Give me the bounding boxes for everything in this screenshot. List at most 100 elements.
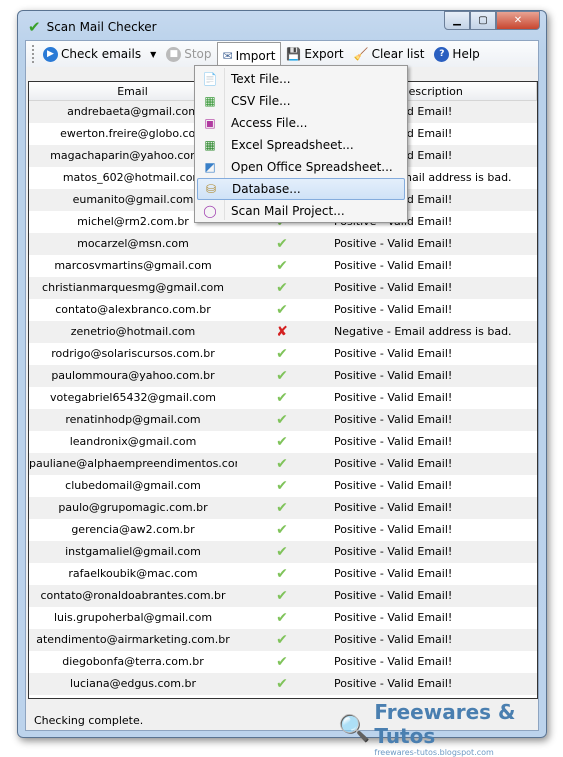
menu-item-label: CSV File... [231,94,291,108]
import-menu-item[interactable]: ◯ Scan Mail Project... [197,200,405,222]
menu-item-label: Database... [232,182,301,196]
email-cell: contato@ronaldoabrantes.com.br [40,589,226,602]
access-file-icon: ▣ [204,116,216,130]
email-cell: gerencia@aw2.com.br [71,523,195,536]
email-cell: leandronix@gmail.com [69,435,197,448]
description-cell: Positive - Valid Email! [334,281,453,294]
help-label: Help [452,47,480,61]
valid-check-icon: ✔ [276,412,288,428]
table-row[interactable]: instgamaliel@gmail.com ✔ Positive - Vali… [29,541,537,563]
table-row[interactable]: paulo@grupomagic.com.br ✔ Positive - Val… [29,497,537,519]
description-cell: Positive - Valid Email! [334,523,453,536]
table-row[interactable]: gerencia@aw2.com.br ✔ Positive - Valid E… [29,519,537,541]
checkmark-icon: ✔ [28,18,41,36]
table-row[interactable]: clubedomail@gmail.com ✔ Positive - Valid… [29,475,537,497]
export-button[interactable]: 💾 Export [281,42,348,66]
valid-check-icon: ✔ [276,456,288,472]
description-cell: Negative - Email address is bad. [334,325,512,338]
toolbar: ▶ Check emails ▼ ■ Stop ✉ Import 💾 Export 🧹 Cl… [26,41,538,68]
table-row[interactable]: luis.grupoherbal@gmail.com ✔ Positive - … [29,607,537,629]
import-menu-item[interactable]: ◩ Open Office Spreadsheet... [197,156,405,178]
table-row[interactable]: votegabriel65432@gmail.com ✔ Positive - … [29,387,537,409]
menu-item-label: Open Office Spreadsheet... [231,160,393,174]
table-row[interactable]: contato@ronaldoabrantes.com.br ✔ Positiv… [29,585,537,607]
valid-check-icon: ✔ [276,390,288,406]
email-cell: rodrigo@solariscursos.com.br [51,347,215,360]
description-cell: Positive - Valid Email! [334,501,453,514]
import-menu-item[interactable]: 📄 Text File... [197,68,405,90]
description-cell: Positive - Valid Email! [334,303,453,316]
import-label: Import [235,48,276,63]
menu-item-label: Scan Mail Project... [231,204,345,218]
table-row[interactable]: renatinhodp@gmail.com ✔ Positive - Valid… [29,409,537,431]
stop-label: Stop [184,47,212,61]
valid-check-icon: ✔ [276,434,288,450]
description-cell: Positive - Valid Email! [334,435,453,448]
email-cell: renatinhodp@gmail.com [65,413,201,426]
valid-check-icon: ✔ [276,280,288,296]
description-cell: Positive - Valid Email! [334,655,453,668]
email-cell: contato@alexbranco.com.br [55,303,211,316]
table-row[interactable]: pauliane@alphaempreendimentos.com ✔ Posi… [29,453,537,475]
valid-check-icon: ✔ [276,302,288,318]
table-row[interactable]: atendimento@airmarketing.com.br ✔ Positi… [29,629,537,651]
table-row[interactable]: rodrigo@solariscursos.com.br ✔ Positive … [29,343,537,365]
table-row[interactable]: leandronix@gmail.com ✔ Positive - Valid … [29,431,537,453]
valid-check-icon: ✔ [276,258,288,274]
email-cell: luciana@edgus.com.br [69,677,196,690]
email-cell: diegobonfa@terra.com.br [62,655,204,668]
toolbar-grip[interactable] [32,45,35,63]
invalid-x-icon: ✘ [276,324,288,340]
watermark-logo: 🔍 Freewares & Tutos freewares-tutos.blogs… [338,700,516,757]
description-cell: Positive - Valid Email! [334,237,453,250]
table-row[interactable]: diegobonfa@terra.com.br ✔ Positive - Val… [29,651,537,673]
table-row[interactable]: marcosvmartins@gmail.com ✔ Positive - Va… [29,255,537,277]
description-cell: Positive - Valid Email! [334,545,453,558]
table-row[interactable]: christianmarquesmg@gmail.com ✔ Positive … [29,277,537,299]
table-row[interactable]: contato@alexbranco.com.br ✔ Positive - V… [29,299,537,321]
import-menu-item[interactable]: ▦ CSV File... [197,90,405,112]
clear-list-button[interactable]: 🧹 Clear list [349,42,430,66]
valid-check-icon: ✔ [276,522,288,538]
help-button[interactable]: ? Help [429,42,484,66]
description-cell: Positive - Valid Email! [334,479,453,492]
help-icon: ? [434,46,450,62]
stop-button[interactable]: ■ Stop [161,42,216,66]
excel-icon: ▦ [204,138,216,152]
table-row[interactable]: zenetrio@hotmail.com ✘ Negative - Email … [29,321,537,343]
valid-check-icon: ✔ [276,632,288,648]
menu-item-label: Access File... [231,116,308,130]
table-row[interactable]: paulommoura@yahoo.com.br ✔ Positive - Va… [29,365,537,387]
valid-check-icon: ✔ [276,500,288,516]
project-icon: ◯ [203,204,217,218]
valid-check-icon: ✔ [276,478,288,494]
valid-check-icon: ✔ [276,368,288,384]
minimize-button[interactable]: ▁ [444,11,470,30]
table-row[interactable]: mocarzel@msn.com ✔ Positive - Valid Emai… [29,233,537,255]
menu-item-label: Excel Spreadsheet... [231,138,354,152]
clear-list-label: Clear list [371,47,425,61]
email-cell: pauliane@alphaempreendimentos.com [29,457,237,470]
table-row[interactable]: luciana@edgus.com.br ✔ Positive - Valid … [29,673,537,695]
maximize-button[interactable]: ▢ [470,11,496,30]
play-icon: ▶ [43,46,58,62]
magnifier-icon: 🔍 [338,713,371,744]
valid-check-icon: ✔ [276,566,288,582]
import-menu-item[interactable]: ▣ Access File... [197,112,405,134]
description-cell: Positive - Valid Email! [334,633,453,646]
valid-check-icon: ✔ [276,654,288,670]
table-row[interactable]: rafaelkoubik@mac.com ✔ Positive - Valid … [29,563,537,585]
description-cell: Positive - Valid Email! [334,589,453,602]
import-menu-item[interactable]: ▦ Excel Spreadsheet... [197,134,405,156]
email-cell: instgamaliel@gmail.com [65,545,201,558]
check-emails-button[interactable]: ▶ Check emails ▼ [38,42,161,66]
email-cell: rafaelkoubik@mac.com [68,567,198,580]
import-menu: 📄 Text File... ▦ CSV File... ▣ Access File...… [194,65,408,223]
dropdown-arrow-icon[interactable]: ▼ [150,50,156,59]
description-cell: Positive - Valid Email! [334,391,453,404]
valid-check-icon: ✔ [276,676,288,692]
save-icon: 💾 [286,47,302,61]
check-emails-label: Check emails [61,47,142,61]
import-menu-item[interactable]: ⛁ Database... [197,178,405,200]
close-button[interactable]: ✕ [496,11,540,30]
